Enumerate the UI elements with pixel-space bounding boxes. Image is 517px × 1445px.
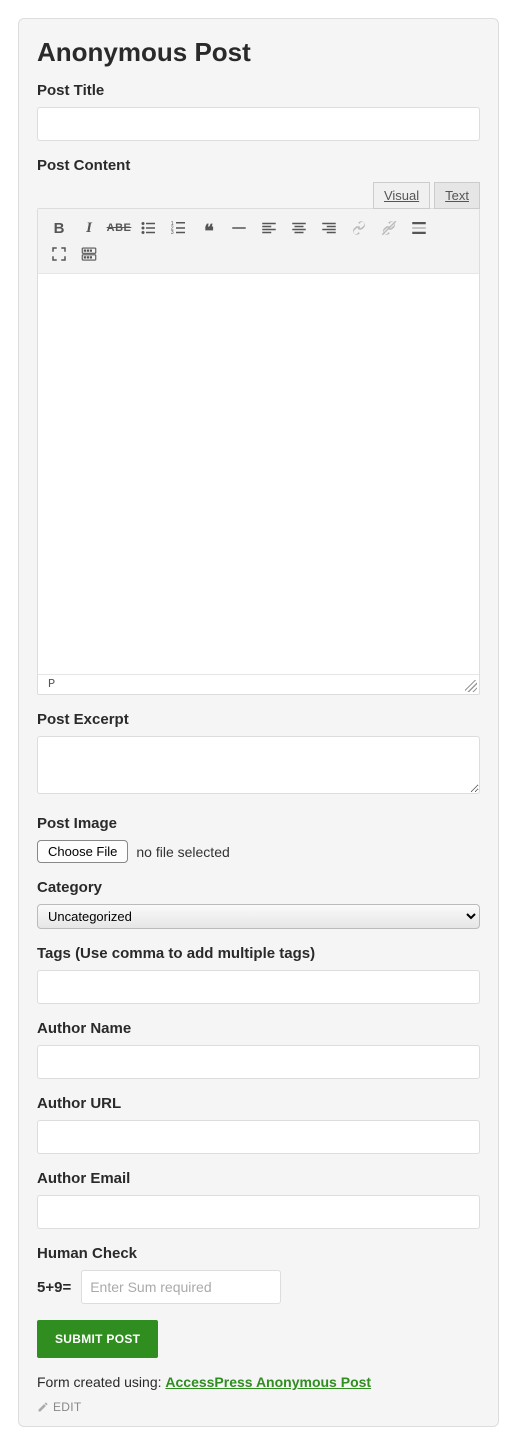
editor-content-area[interactable] [38,274,479,674]
credit-prefix: Form created using: [37,1374,165,1390]
italic-icon[interactable]: I [74,215,104,241]
captcha-input[interactable] [81,1270,281,1304]
align-center-icon[interactable] [284,215,314,241]
human-check-label: Human Check [37,1245,480,1262]
author-email-input[interactable] [37,1195,480,1229]
blockquote-icon[interactable]: ❝ [194,215,224,241]
submit-post-button[interactable]: SUBMIT POST [37,1320,158,1358]
horizontal-rule-icon[interactable] [224,215,254,241]
numbered-list-icon[interactable]: 123 [164,215,194,241]
post-content-label: Post Content [37,157,480,174]
choose-file-button[interactable]: Choose File [37,840,128,863]
resize-handle-icon[interactable] [465,680,477,692]
card-title: Anonymous Post [37,37,480,68]
author-url-label: Author URL [37,1095,480,1112]
captcha-question: 5+9= [37,1279,71,1296]
author-name-input[interactable] [37,1045,480,1079]
credit-link[interactable]: AccessPress Anonymous Post [165,1374,371,1390]
tags-label: Tags (Use comma to add multiple tags) [37,945,480,962]
tab-visual[interactable]: Visual [373,182,430,209]
editor: B I ABE 123 ❝ [37,208,480,695]
bullet-list-icon[interactable] [134,215,164,241]
align-right-icon[interactable] [314,215,344,241]
post-excerpt-input[interactable] [37,736,480,794]
align-left-icon[interactable] [254,215,284,241]
file-status-text: no file selected [136,844,229,860]
edit-label: EDIT [53,1400,82,1414]
tab-text[interactable]: Text [434,182,480,209]
author-name-label: Author Name [37,1020,480,1037]
read-more-icon[interactable] [404,215,434,241]
author-email-label: Author Email [37,1170,480,1187]
editor-element-path[interactable]: P [48,677,55,691]
link-icon[interactable] [344,215,374,241]
editor-tabs: Visual Text [37,182,480,209]
strikethrough-icon[interactable]: ABE [104,215,134,241]
post-title-label: Post Title [37,82,480,99]
edit-link[interactable]: EDIT [37,1400,480,1414]
category-label: Category [37,879,480,896]
fullscreen-icon[interactable] [44,241,74,267]
anonymous-post-card: Anonymous Post Post Title Post Content V… [18,18,499,1427]
post-image-label: Post Image [37,815,480,832]
editor-status-bar: P [38,674,479,694]
category-select[interactable]: Uncategorized [37,904,480,929]
toolbar-toggle-icon[interactable] [74,241,104,267]
tags-input[interactable] [37,970,480,1004]
bold-icon[interactable]: B [44,215,74,241]
unlink-icon[interactable] [374,215,404,241]
author-url-input[interactable] [37,1120,480,1154]
editor-toolbar: B I ABE 123 ❝ [38,209,479,274]
svg-text:3: 3 [171,230,174,236]
credit-line: Form created using: AccessPress Anonymou… [37,1374,480,1390]
pencil-icon [37,1401,49,1413]
post-title-input[interactable] [37,107,480,141]
post-excerpt-label: Post Excerpt [37,711,480,728]
